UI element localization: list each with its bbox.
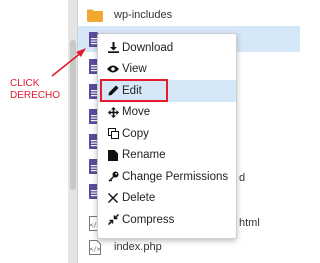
compress-icon bbox=[107, 214, 119, 226]
download-icon bbox=[107, 42, 119, 54]
menu-item-label: Download bbox=[122, 41, 174, 54]
list-item-wp-includes[interactable]: wp-includes bbox=[78, 2, 300, 28]
file-name: index.php bbox=[114, 241, 162, 253]
menu-item-label: Delete bbox=[122, 192, 156, 205]
context-menu: Download View Edit Move Copy Rename Chan… bbox=[97, 33, 237, 239]
menu-item-label: Change Permissions bbox=[122, 170, 229, 183]
pencil-icon bbox=[107, 85, 119, 97]
file-name: wp-includes bbox=[114, 9, 173, 21]
menu-item-label: Compress bbox=[122, 213, 175, 226]
left-pane bbox=[0, 0, 68, 263]
svg-text:</>: </> bbox=[90, 246, 101, 253]
menu-item-label: Rename bbox=[122, 149, 166, 162]
menu-item-edit[interactable]: Edit bbox=[98, 80, 236, 102]
key-icon bbox=[107, 171, 119, 183]
file-name-fragment: d bbox=[239, 172, 246, 184]
menu-item-label: Copy bbox=[122, 127, 149, 140]
code-file-icon: </> bbox=[87, 239, 103, 255]
file-name-fragment: html bbox=[239, 217, 260, 229]
menu-item-change-permissions[interactable]: Change Permissions bbox=[98, 166, 236, 188]
move-icon bbox=[107, 106, 119, 118]
left-pane-scrollbar-thumb[interactable] bbox=[70, 40, 76, 190]
annotation-label: CLICK DERECHO bbox=[10, 78, 61, 101]
menu-item-move[interactable]: Move bbox=[98, 102, 236, 124]
menu-item-label: Move bbox=[122, 106, 151, 119]
menu-item-label: View bbox=[122, 63, 147, 76]
copy-icon bbox=[107, 128, 119, 140]
eye-icon bbox=[107, 63, 119, 75]
folder-icon bbox=[87, 7, 103, 23]
delete-icon bbox=[107, 192, 119, 204]
menu-item-compress[interactable]: Compress bbox=[98, 209, 236, 231]
menu-item-rename[interactable]: Rename bbox=[98, 145, 236, 167]
rename-icon bbox=[107, 149, 119, 161]
menu-item-copy[interactable]: Copy bbox=[98, 123, 236, 145]
menu-item-delete[interactable]: Delete bbox=[98, 188, 236, 210]
menu-item-download[interactable]: Download bbox=[98, 37, 236, 59]
menu-item-view[interactable]: View bbox=[98, 59, 236, 81]
menu-item-label: Edit bbox=[122, 84, 142, 97]
